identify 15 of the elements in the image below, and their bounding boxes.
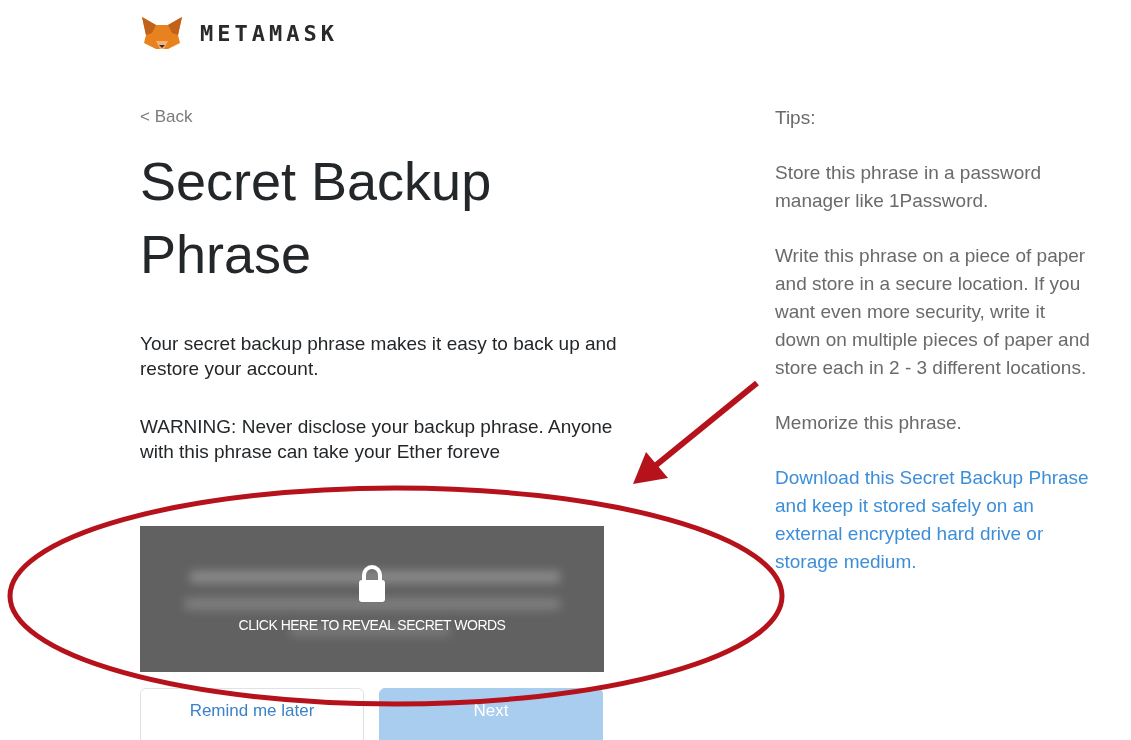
lock-icon <box>356 562 388 603</box>
tip-text: Write this phrase on a piece of paper and store in a secure location. If you want even more security, write it down on multiple pieces of paper and store each in 2 - 3 different locations. <box>775 244 1091 380</box>
page-title: Secret Backup Phrase <box>140 150 493 286</box>
description-text: Your secret backup phrase makes it easy to back up and restore your account. <box>140 332 618 381</box>
warning-text: WARNING: Never disclose your backup phrase. Anyone with this phrase can take your Ether foreve <box>140 415 614 464</box>
tip-text: Store this phrase in a password manager like 1Password. <box>775 161 1043 213</box>
remind-later-button[interactable]: Remind me later <box>140 688 364 740</box>
download-link[interactable]: Download this Secret Backup Phrase and keep it stored safely on an external encrypted hard drive or storage medium. <box>775 464 1095 576</box>
reveal-words-panel[interactable]: CLICK HERE TO REVEAL SECRET WORDS <box>140 526 604 672</box>
tip-text: Memorize this phrase. <box>775 411 963 435</box>
brand-name: METAMASK <box>200 19 338 48</box>
fox-logo-icon <box>140 15 184 51</box>
reveal-label: CLICK HERE TO REVEAL SECRET WORDS <box>238 615 506 635</box>
tips-heading: Tips: <box>775 106 817 130</box>
back-link[interactable]: < Back <box>140 104 193 128</box>
